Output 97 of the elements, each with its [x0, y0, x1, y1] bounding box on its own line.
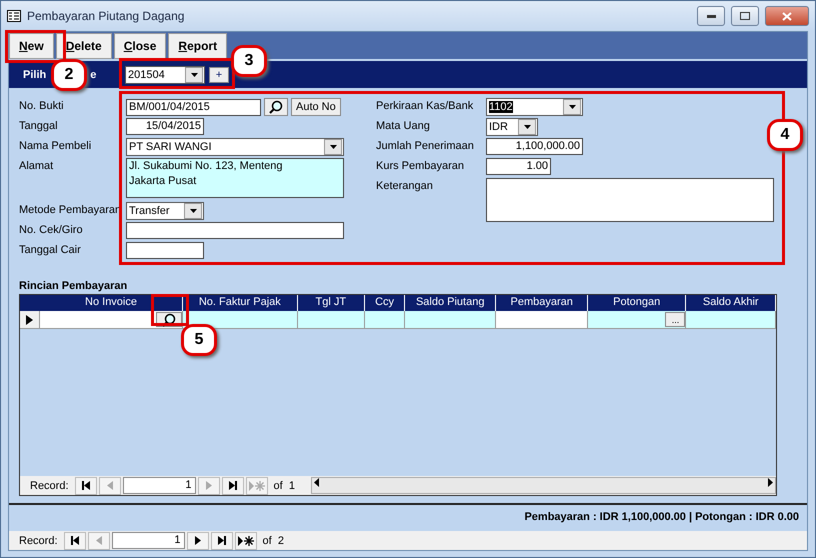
scroll-right-icon — [765, 478, 775, 487]
payment-summary: Pembayaran : IDR 1,100,000.00 | Potongan : IDR 0.00 — [523, 510, 800, 525]
record-count: of 2 — [262, 534, 285, 546]
dropdown-button[interactable] — [518, 119, 536, 135]
search-button[interactable] — [264, 98, 288, 116]
last-icon — [228, 481, 238, 490]
highlight-frame — [151, 294, 189, 326]
form-icon — [7, 10, 21, 22]
section-title: Rincian Pembayaran — [19, 280, 128, 292]
window-title: Pembayaran Piutang Dagang — [27, 9, 186, 23]
callout-number: 2 — [51, 59, 87, 91]
date-field[interactable]: 15/04/2015 — [126, 118, 204, 135]
current-row-icon — [26, 314, 33, 324]
dropdown-field[interactable]: 1102 — [486, 98, 583, 116]
dropdown-field[interactable]: IDR — [486, 118, 538, 136]
callout-number: 4 — [767, 119, 803, 151]
search-icon — [162, 312, 176, 326]
table-cell[interactable]: ... — [588, 311, 686, 328]
text-field[interactable] — [126, 222, 344, 239]
last-record-button[interactable] — [222, 476, 244, 494]
first-record-button[interactable] — [74, 476, 97, 494]
new-record-button[interactable] — [234, 532, 257, 550]
ellipsis-button[interactable]: ... — [665, 312, 686, 327]
period-dropdown[interactable]: 201504 — [125, 66, 205, 84]
dropdown-button[interactable] — [184, 203, 202, 219]
number-field[interactable]: 1,100,000.00 — [486, 138, 583, 155]
field-label: Tanggal — [19, 119, 59, 134]
last-icon — [216, 536, 227, 545]
record-number-field[interactable]: 1 — [112, 532, 185, 549]
maximize-button[interactable] — [731, 6, 759, 26]
toolbar-button[interactable]: Report — [168, 33, 228, 59]
field-label: Mata Uang — [376, 119, 431, 134]
toolbar-button[interactable]: Delete — [56, 33, 112, 59]
next-icon — [192, 536, 203, 545]
toolbar-button[interactable]: Close — [114, 33, 166, 59]
maximize-icon — [740, 12, 750, 20]
search-icon — [269, 100, 283, 114]
number-field[interactable]: 1.00 — [486, 158, 551, 175]
new-record-icon — [238, 536, 254, 546]
record-label: Record: — [18, 534, 59, 546]
field-label: No. Cek/Giro — [19, 223, 84, 238]
previous-icon — [94, 536, 104, 545]
record-number-field[interactable]: 1 — [122, 477, 196, 494]
field-label: Nama Pembeli — [19, 139, 92, 154]
dropdown-button[interactable] — [563, 99, 581, 115]
add-period-button[interactable]: + — [209, 66, 229, 82]
close-button[interactable] — [765, 6, 809, 26]
text-field[interactable]: BM/001/04/2015 — [126, 98, 261, 116]
callout-number: 5 — [181, 324, 217, 356]
table-cell[interactable] — [686, 311, 776, 328]
caret-icon — [568, 105, 576, 109]
table-cell[interactable] — [298, 311, 366, 328]
dropdown-button[interactable] — [185, 66, 203, 82]
record-selector[interactable] — [20, 311, 40, 328]
table-cell[interactable] — [404, 311, 496, 328]
callout-number: 3 — [231, 45, 267, 77]
table-cell[interactable] — [183, 311, 298, 328]
minimize-icon — [706, 14, 716, 18]
field-label: Metode Pembayaran — [19, 203, 122, 218]
record-count: of 1 — [272, 480, 296, 492]
address-field[interactable]: Jl. Sukabumi No. 123, Menteng Jakarta Pusat — [126, 158, 344, 198]
record-label: Record: — [29, 480, 70, 492]
caret-icon — [330, 145, 336, 149]
field-label: Perkiraan Kas/Bank — [376, 99, 474, 114]
minimize-button[interactable] — [697, 6, 725, 26]
field-label: Keterangan — [376, 179, 434, 194]
caret-icon — [524, 125, 530, 129]
field-label: Alamat — [19, 159, 54, 174]
first-icon — [70, 536, 80, 545]
table-cell[interactable] — [496, 311, 588, 328]
memo-field[interactable] — [486, 178, 774, 222]
previous-icon — [104, 481, 115, 490]
text-field[interactable] — [126, 242, 204, 259]
caret-icon — [190, 209, 196, 213]
dropdown-field[interactable]: Transfer — [126, 202, 204, 220]
field-label: Jumlah Penerimaan — [376, 139, 475, 154]
first-icon — [80, 481, 91, 490]
next-icon — [204, 481, 214, 490]
dropdown-button[interactable] — [324, 139, 342, 155]
period-label-end: e — [90, 68, 96, 80]
scroll-left-icon — [312, 478, 322, 487]
table-cell[interactable] — [40, 311, 184, 328]
new-record-icon — [248, 480, 265, 490]
dropdown-field[interactable]: PT SARI WANGI — [126, 138, 344, 156]
next-record-button[interactable] — [186, 532, 209, 550]
close-icon — [782, 12, 792, 20]
toolbar-button[interactable]: New — [9, 33, 54, 59]
period-label: Pilih — [23, 68, 46, 80]
field-label: Kurs Pembayaran — [376, 159, 466, 174]
auto-number-button[interactable]: Auto No — [291, 98, 341, 116]
table-cell[interactable] — [365, 311, 405, 328]
field-label: Tanggal Cair — [19, 243, 82, 258]
last-record-button[interactable] — [210, 532, 233, 550]
first-record-button[interactable] — [64, 532, 86, 550]
caret-icon — [190, 72, 198, 76]
field-label: No. Bukti — [19, 99, 65, 114]
horizontal-scrollbar[interactable] — [310, 477, 776, 494]
